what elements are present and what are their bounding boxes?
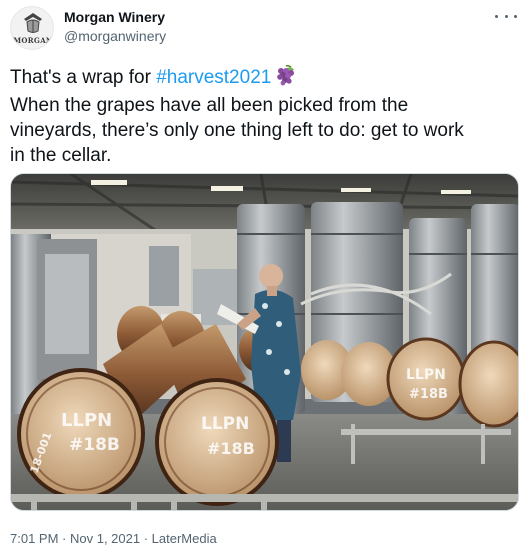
tweet-line-2: When the grapes have all been picked fro…: [10, 95, 409, 116]
hashtag-link[interactable]: #harvest2021: [156, 67, 271, 88]
tweet-time[interactable]: 7:01 PM: [10, 531, 58, 546]
tweet-line-3: vineyards, there’s only one thing left t…: [10, 120, 464, 141]
tweet-card: MORGAN Morgan Winery @morganwinery That'…: [0, 0, 529, 554]
tweet-text: That's a wrap for #harvest2021 When the …: [10, 64, 522, 168]
tweet-metadata: 7:01 PM · Nov 1, 2021 · LaterMedia: [10, 531, 217, 547]
barrel-marking-code-back: #18B: [409, 387, 448, 402]
tweet-date[interactable]: Nov 1, 2021: [70, 531, 140, 546]
meta-separator-1: ·: [58, 531, 70, 546]
grapes-emoji-icon: [274, 64, 296, 93]
tweet-source[interactable]: LaterMedia: [152, 531, 217, 546]
barrel-marking-code-right: #18B: [207, 439, 255, 458]
more-horizontal-icon[interactable]: [495, 9, 517, 23]
winery-cellar-photo[interactable]: LLPN #18B 18-001 LLPN #18B LLPN #18B: [10, 173, 519, 511]
meta-separator-2: ·: [140, 531, 152, 546]
barrel-marking-llpn-right: LLPN: [201, 414, 249, 434]
barrel-marking-llpn-back: LLPN: [406, 367, 446, 383]
display-name[interactable]: Morgan Winery: [64, 9, 165, 26]
tweet-line-1-text: That's a wrap for: [10, 67, 157, 88]
tweet-line-1: That's a wrap for #harvest2021: [10, 64, 522, 93]
avatar-wordmark: MORGAN: [13, 36, 53, 45]
barrel-marking-llpn-left: LLPN: [61, 410, 112, 431]
user-handle[interactable]: @morganwinery: [64, 28, 166, 45]
barrel-marking-code-left: #18B: [69, 435, 120, 455]
tweet-line-4: in the cellar.: [10, 145, 112, 166]
avatar[interactable]: MORGAN: [10, 6, 54, 50]
